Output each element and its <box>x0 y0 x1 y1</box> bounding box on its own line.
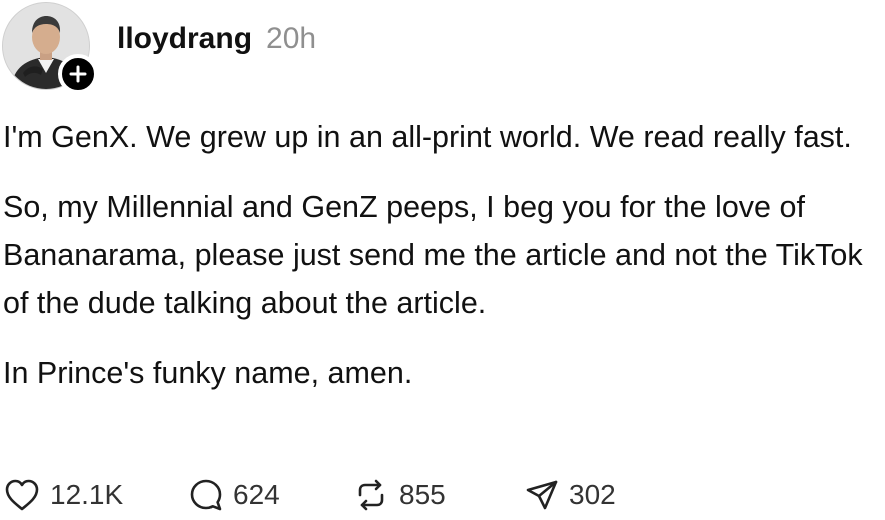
paper-plane-icon <box>526 480 558 510</box>
repost-button[interactable]: 855 <box>353 478 525 512</box>
action-bar: 12.1K 624 855 302 <box>4 478 616 512</box>
post-paragraph-1: I'm GenX. We grew up in an all-print wor… <box>3 120 852 154</box>
follow-button[interactable] <box>58 54 98 94</box>
share-count: 302 <box>569 479 616 510</box>
reply-button[interactable]: 624 <box>189 478 353 512</box>
post-paragraph-3: In Prince's funky name, amen. <box>3 356 413 390</box>
post-header: lloydrang 20h <box>117 22 316 56</box>
like-count: 12.1K <box>50 479 124 510</box>
avatar-container <box>2 2 98 98</box>
reply-count: 624 <box>233 479 280 510</box>
heart-icon <box>5 479 39 511</box>
share-button[interactable]: 302 <box>525 478 616 512</box>
timestamp: 20h <box>266 22 317 55</box>
username[interactable]: lloydrang <box>117 22 252 56</box>
repost-arrows-icon <box>358 479 384 511</box>
plus-icon <box>69 65 87 83</box>
post-paragraph-2: So, my Millennial and GenZ peeps, I beg … <box>3 190 863 320</box>
repost-count: 855 <box>399 479 446 510</box>
speech-bubble-icon <box>190 479 222 511</box>
post-body: I'm GenX. We grew up in an all-print wor… <box>3 113 881 419</box>
like-button[interactable]: 12.1K <box>4 478 189 512</box>
